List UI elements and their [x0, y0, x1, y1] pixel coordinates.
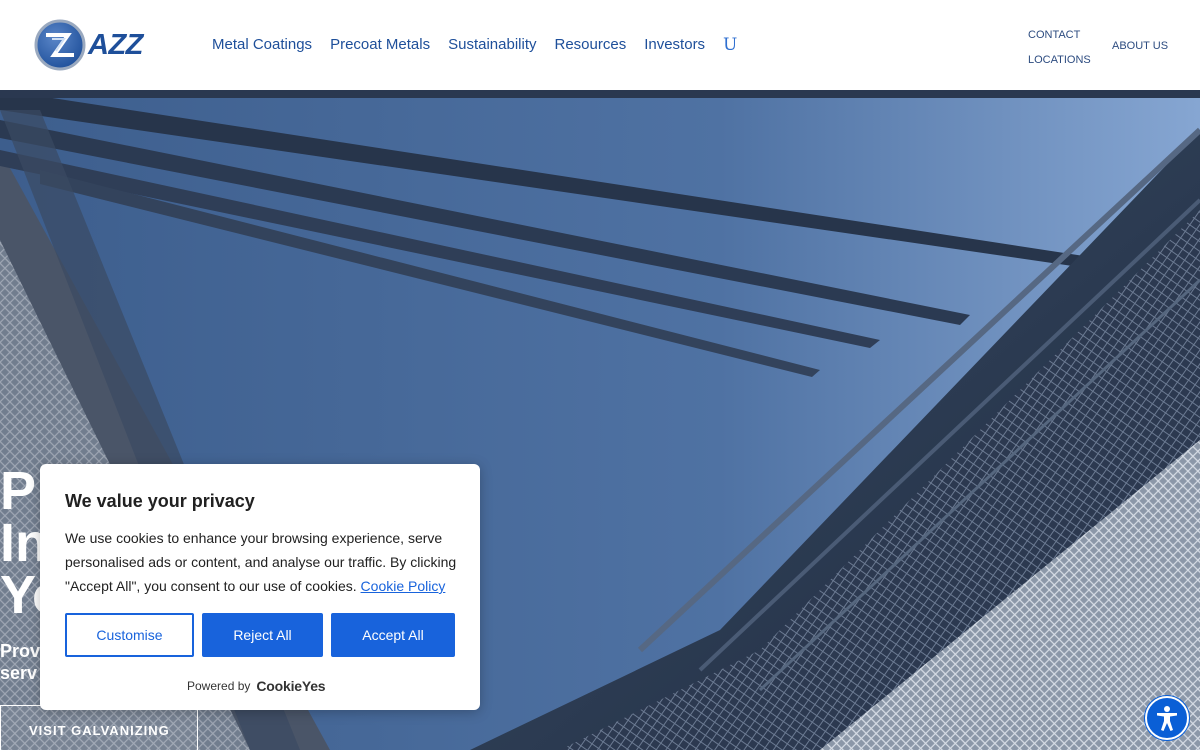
nav-metal-coatings[interactable]: Metal Coatings — [212, 36, 312, 53]
nav-resources[interactable]: Resources — [555, 36, 627, 53]
powered-by-label: Powered by — [187, 679, 251, 693]
hero-subtitle-line-2: serv — [0, 663, 38, 683]
cookieyes-brand[interactable]: CookieYes — [256, 678, 325, 694]
visit-galvanizing-button[interactable]: VISIT GALVANIZING — [0, 705, 198, 750]
logo-text: AZZ — [88, 28, 143, 61]
cookie-body: We use cookies to enhance your browsing … — [65, 526, 460, 598]
customise-button[interactable]: Customise — [65, 613, 194, 657]
accessibility-button[interactable] — [1145, 696, 1189, 740]
nav-investors[interactable]: Investors — [644, 36, 705, 53]
site-header: AZZ Metal Coatings Precoat Metals Sustai… — [0, 0, 1200, 90]
accept-all-button[interactable]: Accept All — [331, 613, 455, 657]
azz-logo[interactable]: AZZ — [34, 18, 164, 72]
contact-link[interactable]: CONTACT — [1028, 29, 1080, 41]
nav-extra-glyph[interactable]: U — [723, 35, 737, 55]
powered-by: Powered by CookieYes — [187, 678, 326, 694]
locations-link[interactable]: LOCATIONS — [1028, 54, 1091, 66]
cookie-policy-link[interactable]: Cookie Policy — [361, 578, 446, 594]
nav-precoat-metals[interactable]: Precoat Metals — [330, 36, 430, 53]
cookie-consent-dialog: We value your privacy We use cookies to … — [40, 464, 480, 710]
cookie-title: We value your privacy — [65, 491, 255, 511]
main-nav: Metal Coatings Precoat Metals Sustainabi… — [212, 36, 705, 53]
about-us-link[interactable]: ABOUT US — [1112, 40, 1168, 52]
hero-subtitle-line-1: Prov — [0, 641, 40, 661]
reject-all-button[interactable]: Reject All — [202, 613, 323, 657]
hero-subtitle: Prov serv — [0, 640, 40, 684]
accessibility-icon — [1157, 706, 1177, 731]
nav-sustainability[interactable]: Sustainability — [448, 36, 536, 53]
azz-logo-icon — [34, 19, 86, 71]
